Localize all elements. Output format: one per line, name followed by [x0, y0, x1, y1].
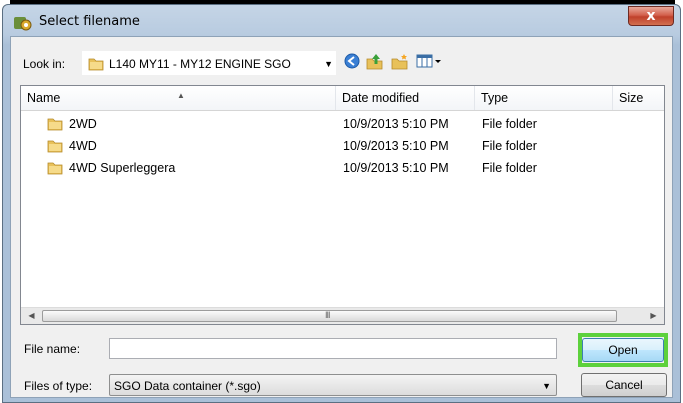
chevron-down-icon: ▼	[324, 59, 333, 69]
column-size[interactable]: Size	[613, 86, 666, 110]
item-name: 4WD Superleggera	[69, 161, 176, 175]
close-button[interactable]: x	[628, 6, 674, 26]
column-header: Name ▲ Date modified Type Size	[21, 86, 664, 111]
open-button-highlight: Open	[578, 333, 668, 367]
file-type-dropdown[interactable]: SGO Data container (*.sgo) ▼	[109, 374, 557, 396]
scroll-grip: III	[325, 310, 330, 320]
look-in-label: Look in:	[23, 57, 66, 71]
look-in-value: L140 MY11 - MY12 ENGINE SGO	[109, 57, 291, 71]
list-item[interactable]: 4WD 10/9/2013 5:10 PM File folder	[21, 135, 664, 157]
close-icon: x	[646, 8, 656, 24]
item-type: File folder	[482, 117, 537, 131]
app-icon	[14, 17, 32, 31]
cancel-button[interactable]: Cancel	[581, 373, 667, 397]
horizontal-scrollbar[interactable]: ◀ III ▶	[21, 307, 664, 324]
chevron-down-icon: ▼	[542, 381, 551, 391]
column-type[interactable]: Type	[475, 86, 613, 110]
list-item[interactable]: 4WD Superleggera 10/9/2013 5:10 PM File …	[21, 157, 664, 179]
list-item[interactable]: 2WD 10/9/2013 5:10 PM File folder	[21, 113, 664, 135]
up-folder-icon[interactable]	[366, 53, 384, 70]
item-name: 4WD	[69, 139, 97, 153]
file-name-input[interactable]	[109, 338, 557, 359]
item-type: File folder	[482, 161, 537, 175]
item-date: 10/9/2013 5:10 PM	[343, 139, 449, 153]
file-type-label: Files of type:	[24, 379, 93, 393]
title-bar: Select filename x	[3, 5, 680, 37]
column-name[interactable]: Name ▲	[21, 86, 336, 110]
column-date-modified[interactable]: Date modified	[336, 86, 475, 110]
file-list[interactable]: Name ▲ Date modified Type Size 2WD 10/9/…	[20, 85, 665, 325]
window-title: Select filename	[39, 14, 140, 29]
item-type: File folder	[482, 139, 537, 153]
scroll-right-icon[interactable]: ▶	[645, 309, 662, 323]
column-type-label: Type	[481, 91, 509, 105]
item-name: 2WD	[69, 117, 97, 131]
column-name-label: Name	[27, 91, 61, 105]
sort-arrow-icon: ▲	[177, 91, 185, 100]
scroll-left-icon[interactable]: ◀	[23, 309, 40, 323]
column-date-label: Date modified	[342, 91, 420, 105]
file-name-label: File name:	[24, 342, 81, 356]
item-date: 10/9/2013 5:10 PM	[343, 161, 449, 175]
new-folder-icon[interactable]	[391, 53, 409, 70]
scroll-thumb[interactable]: III	[42, 310, 617, 322]
item-date: 10/9/2013 5:10 PM	[343, 117, 449, 131]
dialog-body: Look in: L140 MY11 - MY12 ENGINE SGO ▼ N…	[10, 36, 673, 398]
folder-icon	[47, 140, 63, 153]
file-type-value: SGO Data container (*.sgo)	[114, 379, 261, 393]
select-filename-dialog: Select filename x Look in: L140 MY11 - M…	[2, 4, 681, 403]
column-size-label: Size	[619, 91, 644, 105]
folder-icon	[47, 118, 63, 131]
folder-icon	[47, 162, 63, 175]
open-button[interactable]: Open	[582, 338, 664, 362]
view-menu-icon[interactable]	[416, 53, 442, 69]
look-in-dropdown[interactable]: L140 MY11 - MY12 ENGINE SGO ▼	[81, 50, 337, 76]
folder-icon	[88, 58, 104, 71]
back-icon[interactable]	[344, 53, 360, 69]
